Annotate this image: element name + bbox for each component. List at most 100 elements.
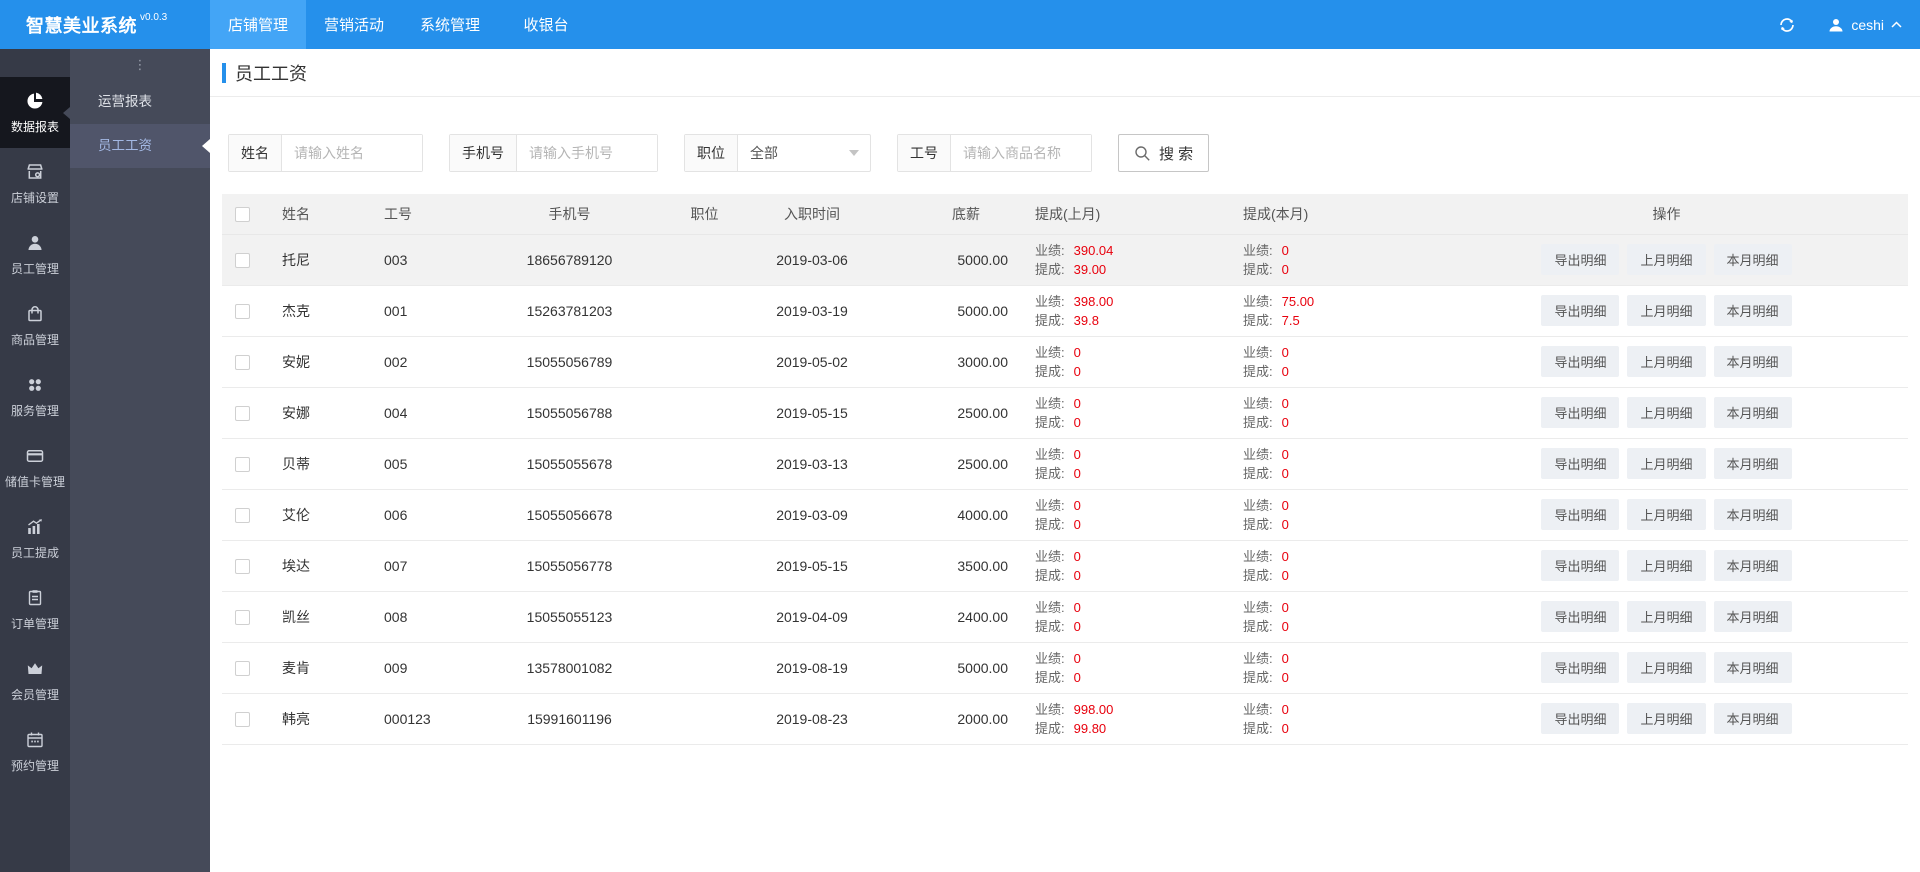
this-month-detail-button[interactable]: 本月明细 [1713,244,1792,275]
export-detail-button[interactable]: 导出明细 [1541,601,1620,632]
kebab-menu-icon[interactable]: ⋮ [70,49,210,80]
this-month-detail-button[interactable]: 本月明细 [1713,550,1792,581]
tab-store-management[interactable]: 店铺管理 [210,0,306,49]
tab-marketing[interactable]: 营销活动 [306,0,402,49]
column-header: 职位 [672,194,737,235]
cell-actions: 导出明细 上月明细 本月明细 [1480,336,1908,388]
row-checkbox[interactable] [234,558,250,574]
cell-empno: 000123 [362,693,467,745]
submenu-item-employee-salary[interactable]: 员工工资 [70,124,210,168]
app-window: 智慧美业系统 v0.0.3 店铺管理 营销活动 系统管理 收银台 ceshi 数… [0,0,1920,872]
tab-system-management[interactable]: 系统管理 [402,0,498,49]
last-month-detail-button[interactable]: 上月明细 [1627,346,1706,377]
sidebar-item-label: 员工管理 [10,261,59,276]
this-month-detail-button[interactable]: 本月明细 [1713,295,1792,326]
row-checkbox[interactable] [234,609,250,625]
empno-filter: 工号 [897,134,1092,172]
export-detail-button[interactable]: 导出明细 [1541,244,1620,275]
export-detail-button[interactable]: 导出明细 [1541,703,1620,734]
submenu-item-operations-report[interactable]: 运营报表 [70,80,210,124]
row-checkbox[interactable] [234,405,250,421]
this-month-detail-button[interactable]: 本月明细 [1713,397,1792,428]
row-checkbox[interactable] [234,354,250,370]
app-version: v0.0.3 [140,12,168,23]
row-checkbox[interactable] [234,711,250,727]
sidebar-item-order-management[interactable]: 订单管理 [0,574,70,645]
last-month-detail-button[interactable]: 上月明细 [1627,448,1706,479]
this-month-detail-button[interactable]: 本月明细 [1713,703,1792,734]
sidebar-item-data-reports[interactable]: 数据报表 [0,77,70,148]
last-month-detail-button[interactable]: 上月明细 [1627,601,1706,632]
empno-input[interactable] [951,135,1091,171]
row-checkbox[interactable] [234,507,250,523]
row-checkbox[interactable] [234,456,250,472]
phone-input[interactable] [517,135,657,171]
sidebar: 数据报表店铺设置员工管理商品管理 服务管理 储值卡管理 员工提成 订单管理 会员管理 预约管… [0,49,70,872]
cell-empno: 004 [362,387,467,439]
last-month-detail-button[interactable]: 上月明细 [1627,499,1706,530]
position-select-value: 全部 [750,145,778,161]
sidebar-item-staff-management[interactable]: 员工管理 [0,219,70,290]
last-month-detail-button[interactable]: 上月明细 [1627,244,1706,275]
user-menu[interactable]: ceshi [1828,17,1902,33]
sidebar-item-appointment-management[interactable]: 预约管理 [0,716,70,787]
performance-label: 业绩: [1243,599,1273,615]
commission-label: 提成: [1243,516,1273,532]
export-detail-button[interactable]: 导出明细 [1541,499,1620,530]
performance-label: 业绩: [1035,242,1065,258]
last-month-detail-button[interactable]: 上月明细 [1627,652,1706,683]
performance-value: 0 [1073,650,1081,666]
export-detail-button[interactable]: 导出明细 [1541,550,1620,581]
table-row: 埃达 007 15055056778 2019-05-15 3500.00 业绩… [222,540,1908,592]
this-month-detail-button[interactable]: 本月明细 [1713,346,1792,377]
commission-label: 提成: [1035,414,1065,430]
refresh-icon[interactable] [1778,16,1796,34]
sidebar-item-value-card-management[interactable]: 储值卡管理 [0,432,70,503]
cell-position [672,234,737,286]
sidebar-item-label: 店铺设置 [10,190,59,205]
user-icon [1828,17,1844,33]
sidebar-item-member-management[interactable]: 会员管理 [0,645,70,716]
tab-cashier[interactable]: 收银台 [498,0,594,49]
cell-actions: 导出明细 上月明细 本月明细 [1480,285,1908,337]
this-month-detail-button[interactable]: 本月明细 [1713,448,1792,479]
performance-value: 0 [1281,701,1289,717]
cell-comm-this: 业绩: 0 提成: 0 [1230,591,1480,643]
this-month-detail-button[interactable]: 本月明细 [1713,652,1792,683]
sidebar-item-goods-management[interactable]: 商品管理 [0,290,70,361]
export-detail-button[interactable]: 导出明细 [1541,448,1620,479]
cell-salary: 2500.00 [887,438,1022,490]
export-detail-button[interactable]: 导出明细 [1541,295,1620,326]
sidebar-item-label: 数据报表 [10,119,59,134]
row-checkbox[interactable] [234,303,250,319]
last-month-detail-button[interactable]: 上月明细 [1627,550,1706,581]
select-all-checkbox[interactable] [234,207,250,223]
commission-label: 提成: [1035,720,1065,736]
last-month-detail-button[interactable]: 上月明细 [1627,397,1706,428]
this-month-detail-button[interactable]: 本月明细 [1713,601,1792,632]
row-checkbox[interactable] [234,660,250,676]
sidebar-item-store-settings[interactable]: 店铺设置 [0,148,70,219]
sidebar-item-staff-commission[interactable]: 员工提成 [0,503,70,574]
cell-salary: 3500.00 [887,540,1022,592]
cell-comm-this: 业绩: 0 提成: 0 [1230,642,1480,694]
export-detail-button[interactable]: 导出明细 [1541,652,1620,683]
position-select[interactable]: 全部 [738,135,870,171]
sidebar-item-service-management[interactable]: 服务管理 [0,361,70,432]
name-input[interactable] [282,135,422,171]
table-row: 托尼 003 18656789120 2019-03-06 5000.00 业绩… [222,234,1908,286]
column-header: 提成(上月) [1022,194,1230,235]
cell-salary: 2400.00 [887,591,1022,643]
performance-label: 业绩: [1035,293,1065,309]
performance-label: 业绩: [1035,395,1065,411]
main-content: 员工工资 姓名 手机号 职位 全部 [210,49,1920,872]
cell-actions: 导出明细 上月明细 本月明细 [1480,438,1908,490]
search-button[interactable]: 搜 索 [1118,134,1210,172]
row-checkbox[interactable] [234,252,250,268]
last-month-detail-button[interactable]: 上月明细 [1627,703,1706,734]
export-detail-button[interactable]: 导出明细 [1541,346,1620,377]
commission-value: 0 [1281,516,1289,532]
last-month-detail-button[interactable]: 上月明细 [1627,295,1706,326]
export-detail-button[interactable]: 导出明细 [1541,397,1620,428]
this-month-detail-button[interactable]: 本月明细 [1713,499,1792,530]
